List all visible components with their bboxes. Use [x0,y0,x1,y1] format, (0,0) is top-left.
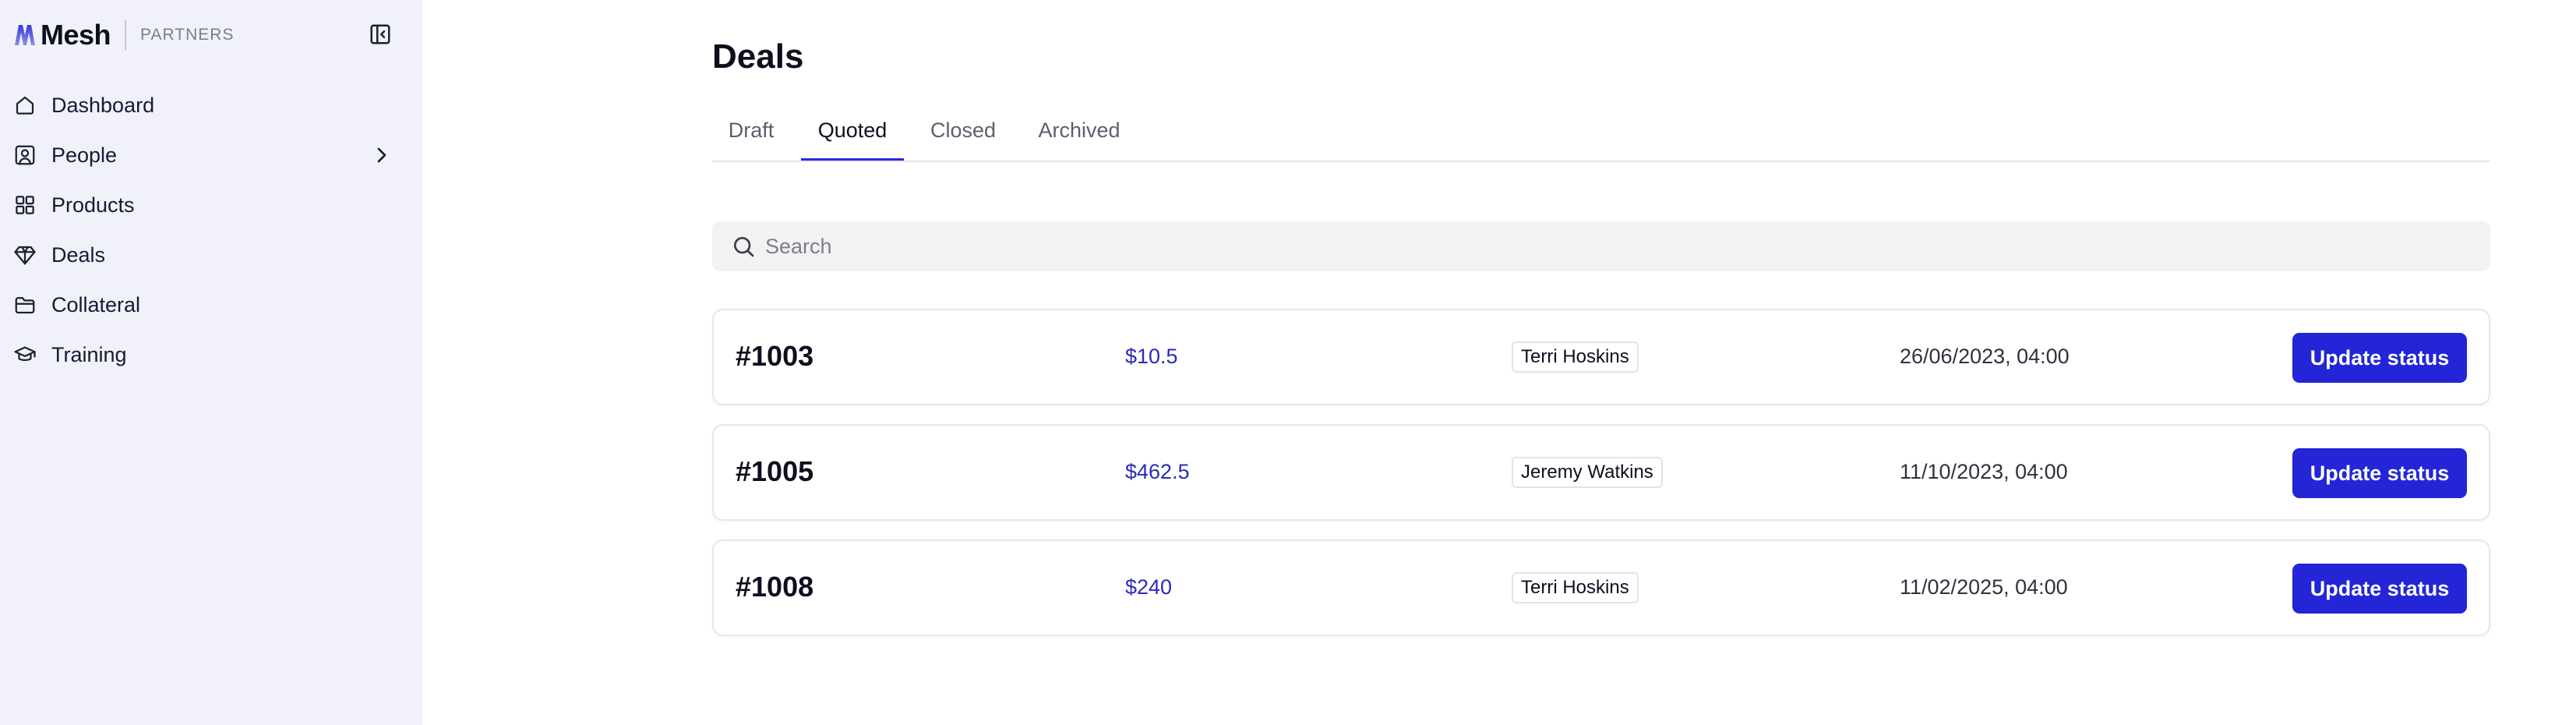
brand-subtitle: PARTNERS [140,26,235,44]
sidebar-item-label: Products [51,193,135,217]
deal-id: #1003 [736,340,814,372]
graduation-cap-icon [12,342,37,367]
sidebar-item-label: Collateral [51,292,141,317]
deal-amount: $462.5 [1125,460,1190,483]
sidebar-item-training[interactable]: Training [12,334,402,376]
sidebar-item-people[interactable]: People [12,134,402,176]
deal-id: #1008 [736,571,814,603]
deal-person-badge: Terri Hoskins [1512,572,1639,603]
deal-amount: $10.5 [1125,345,1178,368]
home-icon [12,93,37,118]
tab-quoted[interactable]: Quoted [801,108,904,161]
search-bar [712,221,2490,271]
sidebar-item-label: Deals [51,242,106,267]
deal-id: #1005 [736,455,814,487]
deal-person-badge: Terri Hoskins [1512,341,1639,373]
sidebar-item-dashboard[interactable]: Dashboard [12,84,402,126]
deal-row: #1008 $240 Terri Hoskins 11/02/2025, 04:… [712,539,2490,636]
update-status-button[interactable]: Update status [2292,448,2467,498]
brand-divider [125,19,127,51]
chevron-right-icon[interactable] [369,143,394,168]
sidebar-item-label: Training [51,342,127,366]
sidebar-item-deals[interactable]: Deals [12,234,402,276]
deal-person-badge: Jeremy Watkins [1512,457,1663,488]
sidebar-collapse-button[interactable] [368,22,393,47]
deal-row: #1005 $462.5 Jeremy Watkins 11/10/2023, … [712,424,2490,521]
user-square-icon [12,143,37,168]
update-status-button[interactable]: Update status [2292,564,2467,614]
sidebar-item-label: Dashboard [51,93,155,117]
sidebar: Mesh PARTNERS Dashboard People Products Dea… [0,0,422,725]
mesh-logo-icon [15,25,35,45]
deal-row: #1003 $10.5 Terri Hoskins 26/06/2023, 04… [712,309,2490,405]
sidebar-item-label: People [51,143,118,167]
search-input[interactable] [765,221,2464,271]
deal-date: 11/10/2023, 04:00 [1900,460,2068,483]
deal-amount: $240 [1125,575,1173,599]
grid-icon [12,193,37,218]
tab-archived[interactable]: Archived [1022,108,1136,161]
sidebar-item-products[interactable]: Products [12,184,402,226]
search-icon [734,237,754,257]
deal-date: 11/02/2025, 04:00 [1900,575,2068,599]
page-title: Deals [712,37,804,76]
brand-name: Mesh [41,19,111,51]
brand[interactable]: Mesh PARTNERS [12,17,234,53]
update-status-button[interactable]: Update status [2292,333,2467,383]
tab-draft[interactable]: Draft [712,108,790,161]
folder-icon [12,292,37,317]
sidebar-collapse-icon [370,24,390,44]
diamond-icon [12,242,37,267]
deal-date: 26/06/2023, 04:00 [1900,345,2070,368]
sidebar-item-collateral[interactable]: Collateral [12,284,402,326]
tab-closed[interactable]: Closed [916,108,1010,161]
deal-status-tabs: Draft Quoted Closed Archived [712,108,2490,162]
